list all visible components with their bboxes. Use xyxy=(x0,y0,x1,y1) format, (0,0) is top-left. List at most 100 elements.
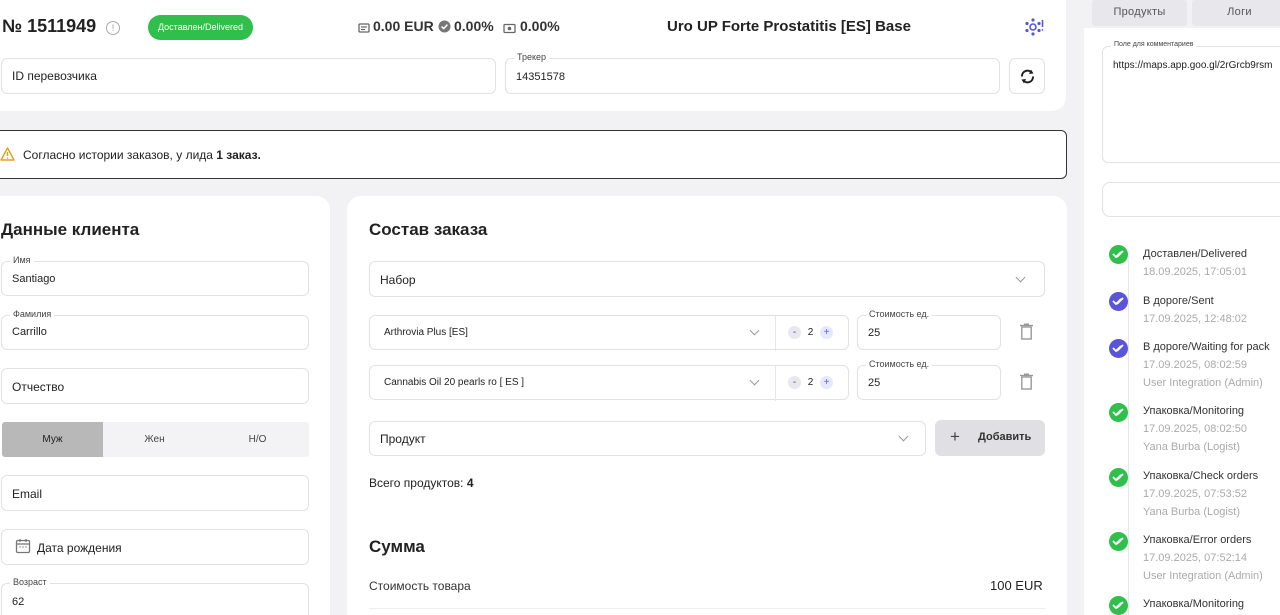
gender-option-female[interactable]: Жен xyxy=(103,422,206,457)
warning-icon xyxy=(0,147,15,161)
status-check-icon xyxy=(1109,245,1128,264)
quantity-stepper[interactable]: - 2 + xyxy=(788,376,834,389)
trash-icon[interactable] xyxy=(1020,323,1033,340)
tracker-value: 14351578 xyxy=(516,71,565,83)
sidebar-tabs: Продукты Логи xyxy=(1086,0,1280,26)
order-number: № 1511949 xyxy=(2,16,97,36)
patronymic-field[interactable]: Отчество xyxy=(1,368,309,404)
trash-icon[interactable] xyxy=(1020,373,1033,390)
timeline-date: 17.09.2025, 08:02:50 xyxy=(1143,423,1247,435)
gender-option-unknown[interactable]: Н/О xyxy=(206,422,309,457)
chevron-down-icon xyxy=(898,431,909,442)
tracker-input[interactable]: Трекер 14351578 xyxy=(505,52,1000,94)
last-name-field[interactable]: Фамилия Carrillo xyxy=(1,309,309,350)
birthdate-placeholder: Дата рождения xyxy=(37,541,122,555)
timeline-status: Упаковка/Monitoring xyxy=(1143,598,1245,610)
comment-field[interactable]: Поле для комментариев https://maps.app.g… xyxy=(1102,41,1280,163)
goods-cost-value: 100 EUR xyxy=(990,578,1043,593)
increment-button[interactable]: + xyxy=(820,376,834,389)
comment-secondary-field[interactable] xyxy=(1102,182,1280,217)
item-price: 25 xyxy=(868,327,881,339)
first-name-value: Santiago xyxy=(12,273,56,285)
carrier-id-input[interactable]: ID перевозчика xyxy=(1,58,496,94)
timeline-date: 18.09.2025, 17:05:01 xyxy=(1143,266,1247,278)
network-icon[interactable] xyxy=(1024,17,1044,42)
order-items-title: Состав заказа xyxy=(369,220,488,239)
lead-history-alert: Согласно истории заказов, у лида 1 заказ… xyxy=(0,130,1067,179)
status-check-icon xyxy=(1109,468,1128,487)
money-icon xyxy=(358,21,370,39)
divider xyxy=(369,608,1045,609)
first-name-label: Имя xyxy=(10,255,34,265)
decrement-button[interactable]: - xyxy=(788,376,801,389)
alert-text: Согласно истории заказов, у лида xyxy=(23,148,217,162)
status-check-icon xyxy=(1109,596,1128,615)
decrement-button[interactable]: - xyxy=(788,326,801,339)
item-qty: 2 xyxy=(807,377,814,388)
item-price-label: Стоимость ед. xyxy=(866,309,933,319)
set-placeholder: Набор xyxy=(380,273,416,287)
email-placeholder: Email xyxy=(12,487,43,501)
timeline-date: 17.09.2025, 12:48:02 xyxy=(1143,313,1247,325)
timeline-line xyxy=(1128,260,1129,615)
tab-products[interactable]: Продукты xyxy=(1092,0,1187,26)
products-total-value: 4 xyxy=(466,476,474,490)
percent-paid: 0.00% xyxy=(520,18,560,34)
email-field[interactable]: Email xyxy=(1,475,309,511)
timeline-status: Упаковка/Error orders xyxy=(1143,534,1252,546)
gender-option-female-label: Жен xyxy=(144,434,165,445)
item-price-field[interactable]: Стоимость ед. 25 xyxy=(857,359,1001,400)
timeline-user: Yana Burba (Logist) xyxy=(1143,506,1241,518)
timeline-status: Доставлен/Delivered xyxy=(1143,248,1247,260)
add-product-button[interactable]: + Добавить xyxy=(935,420,1045,456)
add-button-label: Добавить xyxy=(978,431,1032,443)
timeline-status: Упаковка/Monitoring xyxy=(1143,405,1245,417)
status-badge[interactable]: Доставлен/Delivered xyxy=(148,15,253,40)
comment-value: https://maps.app.goo.gl/2rGrcb9rsm xyxy=(1113,60,1273,71)
gender-option-male[interactable]: Муж xyxy=(2,422,103,457)
refresh-icon xyxy=(1021,69,1034,84)
product-title: Uro UP Forte Prostatitis [ES] Base xyxy=(667,18,911,35)
sum-title: Сумма xyxy=(369,537,425,556)
timeline-date: 17.09.2025, 07:53:52 xyxy=(1143,488,1247,500)
item-product-select[interactable]: Cannabis Oil 20 pearls ro [ ES ] - 2 + xyxy=(369,365,849,401)
last-name-value: Carrillo xyxy=(12,326,47,338)
alert-order-count: 1 заказ. xyxy=(216,148,261,162)
products-total-label: Всего продуктов: xyxy=(369,476,467,490)
timeline-date: 17.09.2025, 07:52:14 xyxy=(1143,552,1247,564)
tab-logs[interactable]: Логи xyxy=(1192,0,1280,26)
status-check-icon xyxy=(1109,339,1128,358)
order-amount: 0.00 EUR xyxy=(373,18,434,34)
status-check-icon xyxy=(1109,403,1128,422)
birthdate-field[interactable]: Дата рождения xyxy=(1,529,309,565)
increment-button[interactable]: + xyxy=(820,326,834,339)
item-qty: 2 xyxy=(807,327,814,338)
refresh-button[interactable] xyxy=(1009,58,1045,94)
item-product-select[interactable]: Arthrovia Plus [ES] - 2 + xyxy=(369,315,849,351)
calendar-icon xyxy=(15,539,31,554)
comment-label: Поле для комментариев xyxy=(1111,41,1197,48)
last-name-label: Фамилия xyxy=(10,309,55,319)
status-check-icon xyxy=(1109,292,1128,311)
chevron-down-icon xyxy=(1015,272,1026,283)
tracker-label: Трекер xyxy=(514,52,550,62)
status-check-icon xyxy=(1109,532,1128,551)
goods-cost-label: Стоимость товара xyxy=(369,579,471,593)
info-icon[interactable]: ! xyxy=(106,21,120,35)
products-total: Всего продуктов: 4 xyxy=(369,476,474,490)
product-placeholder: Продукт xyxy=(380,432,426,446)
product-select[interactable]: Продукт xyxy=(369,421,926,456)
timeline-user: User Integration (Admin) xyxy=(1143,570,1263,582)
first-name-field[interactable]: Имя Santiago xyxy=(1,255,309,296)
tab-products-label: Продукты xyxy=(1113,6,1166,18)
quantity-stepper[interactable]: - 2 + xyxy=(788,326,834,339)
set-select[interactable]: Набор xyxy=(369,261,1045,297)
chevron-down-icon xyxy=(749,325,760,336)
age-field[interactable]: Возраст 62 xyxy=(1,577,309,615)
timeline-status: В дороге/Sent xyxy=(1143,295,1214,307)
age-value: 62 xyxy=(12,596,25,608)
gender-option-unknown-label: Н/О xyxy=(248,434,267,445)
age-label: Возраст xyxy=(10,577,50,587)
item-price-field[interactable]: Стоимость ед. 25 xyxy=(857,309,1001,350)
timeline-date: 17.09.2025, 08:02:59 xyxy=(1143,359,1247,371)
